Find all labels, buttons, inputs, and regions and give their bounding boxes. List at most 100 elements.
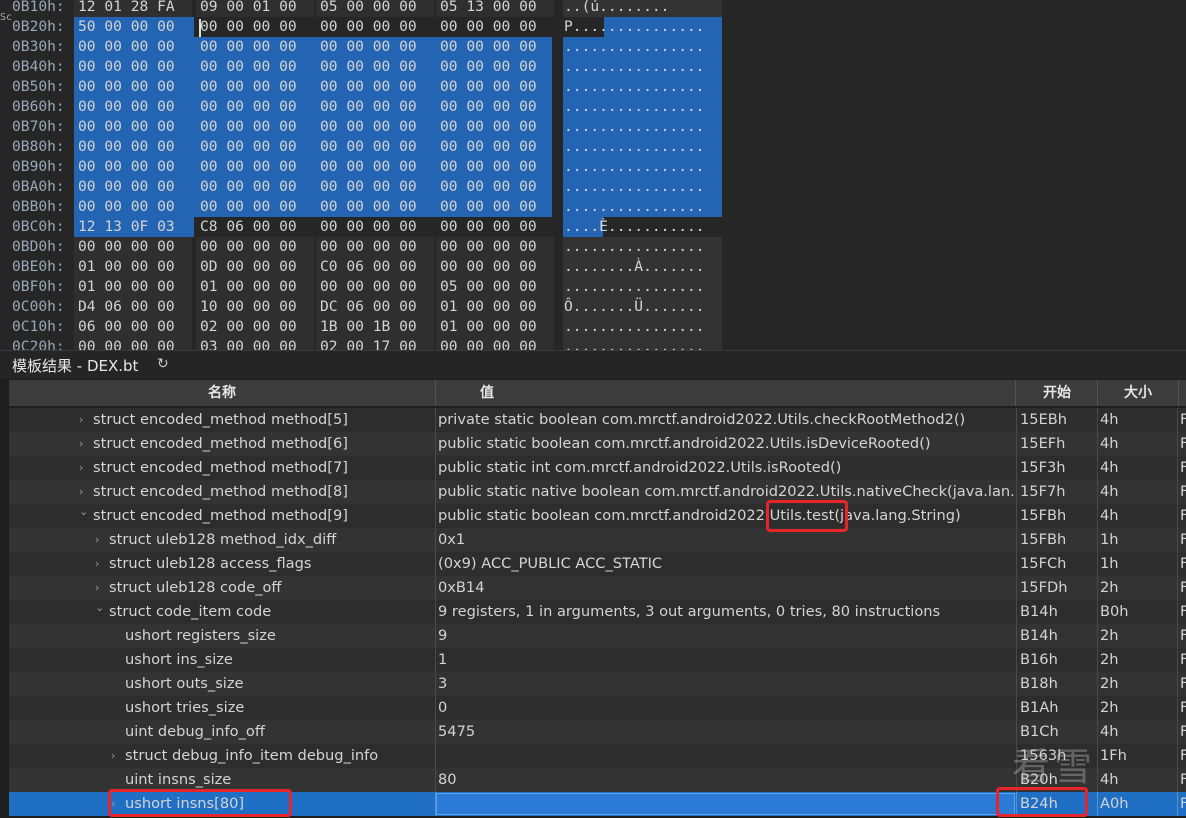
hex-byte-group[interactable]: 10 00 00 00 [200, 297, 297, 317]
hex-byte-group[interactable]: 00 00 00 00 [78, 337, 175, 350]
hex-byte-group[interactable]: 00 00 00 00 [440, 37, 537, 57]
hex-row[interactable]: 0BF0h: 01 00 00 00 01 00 00 00 00 00 00 00 0… [0, 277, 1186, 297]
hex-row[interactable]: 0BA0h: 00 00 00 00 00 00 00 00 00 00 00 00 0… [0, 177, 1186, 197]
hex-byte-group[interactable]: 05 00 00 00 [320, 0, 417, 17]
hex-byte-group[interactable]: 00 00 00 00 [320, 37, 417, 57]
hex-row[interactable]: 0B60h: 00 00 00 00 00 00 00 00 00 00 00 00 0… [0, 97, 1186, 117]
hex-byte-group[interactable]: 00 00 00 00 [440, 57, 537, 77]
hex-ascii[interactable]: ................ [564, 317, 705, 337]
hex-byte-group[interactable]: 1B 00 1B 00 [320, 317, 417, 337]
hex-byte-group[interactable]: 12 13 0F 03 [78, 217, 175, 237]
refresh-icon[interactable]: ↻ [157, 356, 169, 372]
hex-byte-group[interactable]: 00 00 00 00 [200, 37, 297, 57]
hex-byte-group[interactable]: 00 00 00 00 [320, 277, 417, 297]
hex-byte-group[interactable]: 03 00 00 00 [200, 337, 297, 350]
hex-editor-view[interactable]: Sc 0B10h: 12 01 28 FA 09 00 01 00 05 00 00 … [0, 0, 1186, 350]
hex-byte-group[interactable]: 06 00 00 00 [78, 317, 175, 337]
template-row[interactable]: › struct uleb128 method_idx_diff 0x1 15FBh 1… [9, 528, 1186, 552]
hex-byte-group[interactable]: 00 00 00 00 [200, 57, 297, 77]
hex-ascii[interactable]: ................ [564, 177, 705, 197]
hex-ascii[interactable]: ................ [564, 237, 705, 257]
template-row[interactable]: ⌄ struct encoded_method method[9] public s… [9, 504, 1186, 528]
hex-ascii[interactable]: ................ [564, 277, 705, 297]
chevron-down-icon[interactable]: ⌄ [79, 500, 88, 524]
hex-row[interactable]: 0BE0h: 01 00 00 00 0D 00 00 00 C0 06 00 00 0… [0, 257, 1186, 277]
hex-byte-group[interactable]: 01 00 00 00 [440, 317, 537, 337]
chevron-right-icon[interactable]: › [111, 744, 115, 768]
hex-byte-group[interactable]: 00 00 00 00 [78, 137, 175, 157]
hex-ascii[interactable]: ................ [564, 97, 705, 117]
chevron-right-icon[interactable]: › [79, 456, 83, 480]
hex-ascii[interactable]: ................ [564, 197, 705, 217]
hex-byte-group[interactable]: 00 00 00 00 [78, 37, 175, 57]
hex-row[interactable]: 0BB0h: 00 00 00 00 00 00 00 00 00 00 00 00 0… [0, 197, 1186, 217]
hex-row[interactable]: 0B90h: 00 00 00 00 00 00 00 00 00 00 00 00 0… [0, 157, 1186, 177]
hex-byte-group[interactable]: 00 00 00 00 [200, 17, 297, 37]
template-row[interactable]: › struct encoded_method method[7] public s… [9, 456, 1186, 480]
template-row[interactable]: ushort ins_size 1 B16h 2h F [9, 648, 1186, 672]
hex-byte-group[interactable]: 00 00 00 00 [440, 257, 537, 277]
hex-byte-group[interactable]: 00 00 00 00 [200, 137, 297, 157]
hex-byte-group[interactable]: 00 00 00 00 [320, 177, 417, 197]
hex-byte-group[interactable]: 02 00 00 00 [200, 317, 297, 337]
hex-row[interactable]: 0C00h: D4 06 00 00 10 00 00 00 DC 06 00 00 0… [0, 297, 1186, 317]
chevron-down-icon[interactable]: ⌄ [95, 596, 104, 620]
hex-byte-group[interactable]: 00 00 00 00 [200, 117, 297, 137]
hex-ascii[interactable]: ................ [564, 337, 705, 350]
hex-ascii[interactable]: ................ [564, 137, 705, 157]
hex-byte-group[interactable]: 00 00 00 00 [440, 337, 537, 350]
template-row[interactable]: › struct encoded_method method[5] private … [9, 408, 1186, 432]
hex-row[interactable]: 0BD0h: 00 00 00 00 00 00 00 00 00 00 00 00 0… [0, 237, 1186, 257]
hex-byte-group[interactable]: 00 00 00 00 [320, 117, 417, 137]
hex-ascii[interactable]: ................ [564, 117, 705, 137]
template-row[interactable]: ushort tries_size 0 B1Ah 2h F [9, 696, 1186, 720]
hex-ascii[interactable]: ................ [564, 37, 705, 57]
hex-byte-group[interactable]: 50 00 00 00 [78, 17, 175, 37]
hex-byte-group[interactable]: DC 06 00 00 [320, 297, 417, 317]
hex-ascii[interactable]: ................ [564, 157, 705, 177]
hex-ascii[interactable]: ................ [564, 57, 705, 77]
hex-row[interactable]: 0C10h: 06 00 00 00 02 00 00 00 1B 00 1B 00 0… [0, 317, 1186, 337]
hex-byte-group[interactable]: 00 00 00 00 [320, 237, 417, 257]
hex-byte-group[interactable]: 01 00 00 00 [200, 277, 297, 297]
chevron-right-icon[interactable]: › [95, 552, 99, 576]
template-row[interactable]: › struct encoded_method method[6] public s… [9, 432, 1186, 456]
hex-ascii[interactable]: ..(ú........ [564, 0, 669, 17]
template-row[interactable]: ⌄ struct code_item code 9 registers, 1 in … [9, 600, 1186, 624]
hex-byte-group[interactable]: 00 00 00 00 [78, 77, 175, 97]
hex-byte-group[interactable]: 0D 00 00 00 [200, 257, 297, 277]
column-header-size[interactable]: 大小 [1098, 380, 1179, 406]
hex-row[interactable]: 0C20h: 00 00 00 00 03 00 00 00 02 00 17 00 0… [0, 337, 1186, 350]
hex-row[interactable]: 0B20h: 50 00 00 00 00 00 00 00 00 00 00 00 0… [0, 17, 1186, 37]
hex-byte-group[interactable]: 00 00 00 00 [320, 97, 417, 117]
hex-byte-group[interactable]: 01 00 00 00 [78, 277, 175, 297]
hex-byte-group[interactable]: 00 00 00 00 [78, 197, 175, 217]
hex-byte-group[interactable]: 02 00 17 00 [320, 337, 417, 350]
template-row[interactable]: › struct encoded_method method[8] public s… [9, 480, 1186, 504]
column-header-value[interactable]: 值 [436, 380, 1016, 406]
hex-byte-group[interactable]: 00 00 00 00 [78, 57, 175, 77]
hex-byte-group[interactable]: 00 00 00 00 [440, 17, 537, 37]
hex-byte-group[interactable]: 00 00 00 00 [200, 177, 297, 197]
hex-byte-group[interactable]: 09 00 01 00 [200, 0, 297, 17]
hex-byte-group[interactable]: 00 00 00 00 [78, 237, 175, 257]
hex-byte-group[interactable]: 00 00 00 00 [200, 77, 297, 97]
template-row[interactable]: › struct uleb128 access_flags (0x9) ACC_PU… [9, 552, 1186, 576]
hex-row[interactable]: 0BC0h: 12 13 0F 03 C8 06 00 00 00 00 00 00 0… [0, 217, 1186, 237]
hex-byte-group[interactable]: 00 00 00 00 [440, 117, 537, 137]
template-row[interactable]: uint debug_info_off 5475 B1Ch 4h F [9, 720, 1186, 744]
hex-ascii[interactable]: ....È........... [564, 217, 705, 237]
hex-byte-group[interactable]: C0 06 00 00 [320, 257, 417, 277]
hex-byte-group[interactable]: 00 00 00 00 [200, 197, 297, 217]
hex-byte-group[interactable]: 00 00 00 00 [440, 197, 537, 217]
hex-byte-group[interactable]: 12 01 28 FA [78, 0, 175, 17]
hex-ascii[interactable]: P............... [564, 17, 705, 37]
hex-byte-group[interactable]: 00 00 00 00 [440, 217, 537, 237]
hex-byte-group[interactable]: 01 00 00 00 [78, 257, 175, 277]
hex-byte-group[interactable]: 00 00 00 00 [440, 157, 537, 177]
hex-byte-group[interactable]: 00 00 00 00 [440, 137, 537, 157]
template-results-grid[interactable]: 名称 值 开始 大小 › struct encoded_method method… [9, 380, 1186, 818]
hex-ascii[interactable]: Ô.......Ü....... [564, 297, 705, 317]
chevron-right-icon[interactable]: › [79, 408, 83, 432]
hex-byte-group[interactable]: C8 06 00 00 [200, 217, 297, 237]
